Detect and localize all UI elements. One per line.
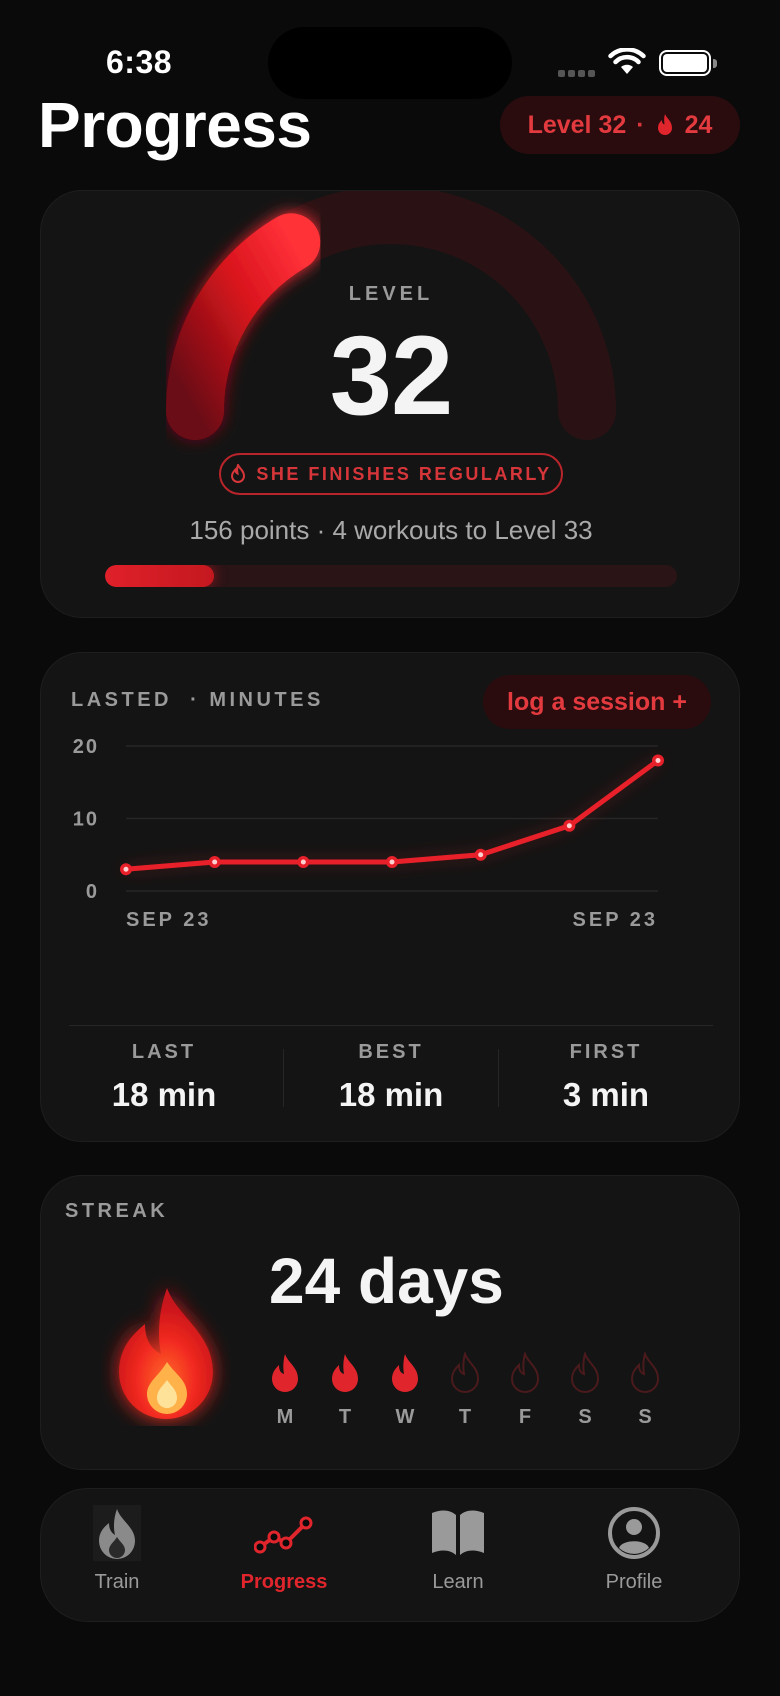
stats-divider [69, 1025, 713, 1026]
tab-label: Progress [240, 1571, 328, 1593]
y-tick-label: 0 [86, 881, 99, 903]
stat-value: 18 min [338, 1076, 444, 1113]
tab-learn[interactable]: Learn [383, 1503, 533, 1594]
data-point-center [212, 859, 218, 865]
series-line [123, 758, 661, 872]
data-point-center [389, 859, 395, 865]
level-badge: SHE FINISHES REGULARLY [219, 453, 563, 495]
person-circle-icon [608, 1507, 660, 1559]
flame-icon [119, 1288, 213, 1419]
weekday-item: M [255, 1352, 315, 1429]
stat-label: LAST [131, 1041, 197, 1063]
chip-streak: 24 [684, 110, 713, 139]
flame-outline-icon [231, 464, 246, 483]
flame-icon [272, 1354, 298, 1392]
flame-outline-icon [510, 1352, 540, 1393]
flame-icon [93, 1505, 141, 1561]
book-icon [432, 1510, 484, 1555]
data-point-center [478, 852, 484, 858]
stat-value: 18 min [111, 1076, 217, 1113]
tab-progress[interactable]: Progress [209, 1503, 359, 1594]
streak-value: 24 days [269, 1245, 504, 1317]
status-time: 6:38 [106, 44, 173, 80]
tab-train[interactable]: Train [42, 1503, 192, 1594]
stat-value: 3 min [562, 1076, 650, 1113]
level-streak-chip[interactable]: Level 32 · 24 [500, 96, 740, 154]
x-tick-label: SEP 23 [126, 909, 211, 931]
flame-icon [332, 1354, 358, 1392]
wifi-icon [608, 48, 646, 74]
battery-icon [659, 50, 717, 76]
cellular-signal-icon [558, 64, 598, 82]
data-point-center [655, 758, 661, 763]
weekday-label: W [395, 1406, 415, 1428]
data-point-center [123, 866, 129, 872]
weekday-item: S [555, 1352, 615, 1429]
weekday-item: W [375, 1352, 435, 1429]
flame-outline-icon [570, 1352, 600, 1393]
chip-level: Level 32 [527, 110, 627, 139]
weekday-streak-row: MTWTFSS [255, 1352, 675, 1429]
weekday-label: M [276, 1406, 294, 1428]
duration-chart-card: LASTED · MINUTES log a session + 0 10 20 SE… [40, 652, 740, 1142]
weekday-label: S [578, 1406, 592, 1428]
weekday-item: F [495, 1352, 555, 1429]
stat-label: FIRST [569, 1041, 643, 1063]
stat-label: BEST [358, 1041, 424, 1063]
weekday-label: F [518, 1406, 532, 1428]
level-progress-fill [105, 565, 214, 587]
page-title: Progress [38, 89, 312, 161]
flame-outline-icon [630, 1352, 660, 1393]
level-value: 32 [329, 313, 454, 438]
level-progress-bar [105, 565, 677, 587]
streak-title: STREAK [65, 1200, 169, 1222]
y-tick-label: 20 [73, 736, 99, 758]
duration-line-chart: 0 10 20 SEP 23 SEP 23 [73, 736, 664, 931]
weekday-item: S [615, 1352, 675, 1429]
data-point-center [300, 859, 306, 865]
chip-separator: · [636, 110, 645, 139]
stat-last: LAST 18 min [57, 1041, 271, 1114]
tab-profile[interactable]: Profile [559, 1503, 709, 1594]
flame-outline-icon [450, 1352, 480, 1393]
tab-label: Train [94, 1571, 140, 1593]
points-summary: 156 points · 4 workouts to Level 33 [189, 515, 593, 545]
flame-icon [392, 1354, 418, 1392]
tab-label: Learn [432, 1571, 484, 1593]
status-bar: 6:38 [0, 0, 780, 100]
level-card: LEVEL 32 SHE FINISHES REGULARLY 156 poin… [40, 190, 740, 618]
weekday-item: T [435, 1352, 495, 1429]
y-tick-label: 10 [73, 809, 99, 831]
series-line-glow [123, 758, 661, 872]
tab-bar: Train Progress Learn Profile [40, 1488, 740, 1622]
badge-label: SHE FINISHES REGULARLY [256, 463, 552, 484]
weekday-label: T [458, 1406, 472, 1428]
x-tick-label: SEP 23 [573, 909, 658, 931]
level-label: LEVEL [348, 283, 434, 305]
weekday-label: S [638, 1406, 652, 1428]
stat-first: FIRST 3 min [499, 1041, 713, 1114]
data-point-center [566, 823, 572, 829]
flame-icon [657, 114, 672, 135]
streak-card: STREAK 24 days M T W T F S S [40, 1175, 740, 1470]
weekday-item: T [315, 1352, 375, 1429]
stat-best: BEST 18 min [284, 1041, 498, 1114]
weekday-label: T [338, 1406, 352, 1428]
chart-line-icon [254, 1516, 313, 1554]
tab-label: Profile [605, 1571, 663, 1593]
